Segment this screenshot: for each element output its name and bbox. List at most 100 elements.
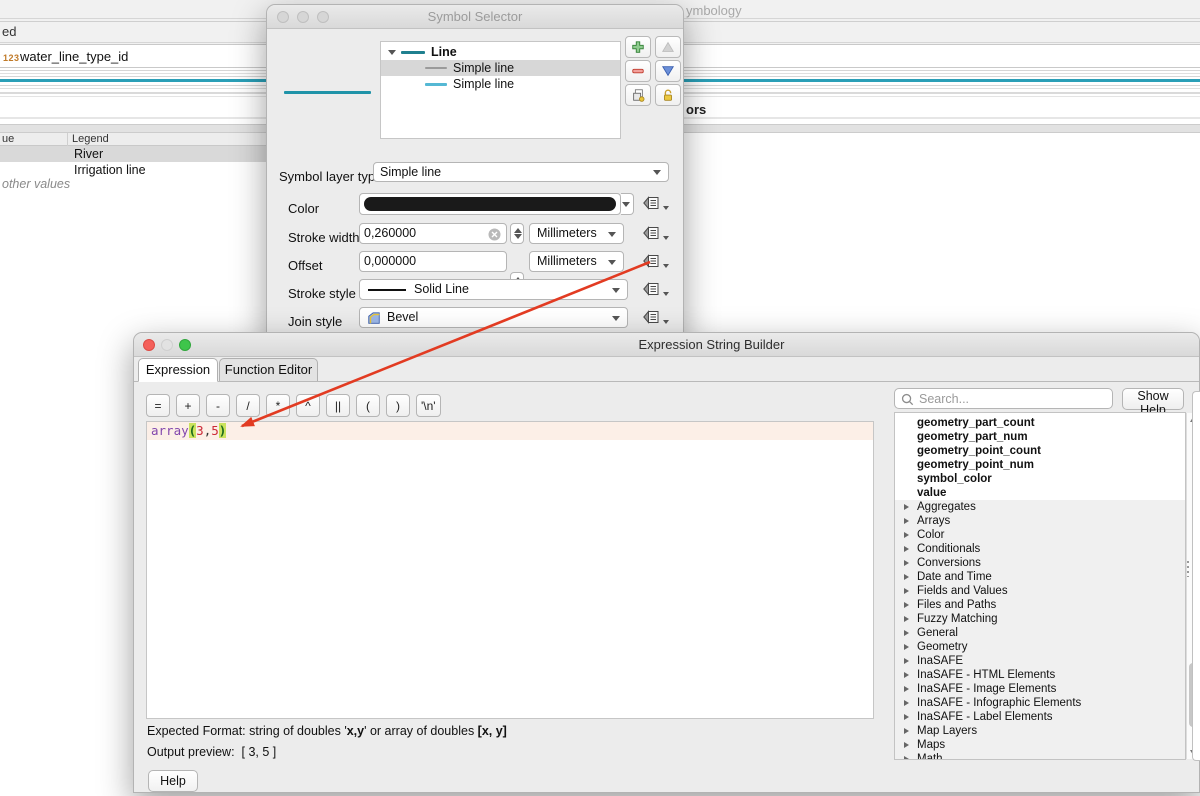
symbol-selector-titlebar[interactable]: Symbol Selector [267, 5, 683, 29]
move-up-button[interactable] [655, 36, 681, 58]
table-row[interactable]: Irrigation line [0, 162, 270, 178]
chevron-right-icon[interactable] [904, 588, 909, 594]
operator-button[interactable]: + [176, 394, 200, 417]
function-group-item[interactable]: Fields and Values [895, 584, 1185, 598]
tab-function-editor[interactable]: Function Editor [219, 358, 318, 382]
tree-item-line[interactable]: Line [381, 44, 620, 60]
tree-item-simple-line-1[interactable]: Simple line [381, 60, 620, 76]
step-down-icon[interactable] [514, 234, 522, 239]
chevron-right-icon[interactable] [904, 672, 909, 678]
chevron-right-icon[interactable] [904, 728, 909, 734]
expression-editor[interactable]: array(3,5) [146, 421, 874, 719]
operator-button[interactable]: - [206, 394, 230, 417]
function-group-label: Fuzzy Matching [917, 613, 998, 625]
data-defined-override-icon [643, 226, 660, 240]
chevron-right-icon[interactable] [904, 616, 909, 622]
table-row[interactable]: River [0, 146, 270, 162]
duplicate-symbol-layer-button[interactable] [625, 84, 651, 106]
function-search[interactable] [894, 388, 1113, 409]
stroke-style-data-defined-override-button[interactable] [641, 282, 661, 298]
chevron-right-icon[interactable] [904, 546, 909, 552]
clear-icon[interactable] [488, 228, 501, 241]
operator-button[interactable]: = [146, 394, 170, 417]
operator-button[interactable]: ^ [296, 394, 320, 417]
help-button[interactable]: Help [148, 770, 198, 792]
function-group-item[interactable]: Conditionals [895, 542, 1185, 556]
chevron-right-icon[interactable] [904, 700, 909, 706]
stroke-width-input[interactable]: 0,260000 [359, 223, 507, 244]
chevron-right-icon[interactable] [904, 742, 909, 748]
offset-unit-select[interactable]: Millimeters [529, 251, 624, 272]
offset-data-defined-override-button[interactable] [641, 254, 661, 270]
function-group-item[interactable]: Files and Paths [895, 598, 1185, 612]
function-group-item[interactable]: General [895, 626, 1185, 640]
numeric-field-icon: 123 [3, 53, 20, 63]
stroke-width-data-defined-override-button[interactable] [641, 226, 661, 242]
search-input[interactable] [919, 390, 1107, 407]
remove-symbol-layer-button[interactable] [625, 60, 651, 82]
color-dropdown-button[interactable] [621, 193, 634, 215]
function-group-item[interactable]: InaSAFE - Infographic Elements [895, 696, 1185, 710]
function-group-item[interactable]: Conversions [895, 556, 1185, 570]
splitter-handle[interactable] [1187, 561, 1189, 577]
color-button[interactable] [359, 193, 621, 215]
function-group-item[interactable]: InaSAFE - Label Elements [895, 710, 1185, 724]
operator-button[interactable]: ( [356, 394, 380, 417]
chevron-right-icon[interactable] [904, 644, 909, 650]
chevron-right-icon[interactable] [904, 658, 909, 664]
function-group-item[interactable]: InaSAFE [895, 654, 1185, 668]
operator-button[interactable]: * [266, 394, 290, 417]
operator-button[interactable]: || [326, 394, 350, 417]
add-symbol-layer-button[interactable] [625, 36, 651, 58]
function-group-item[interactable]: Math [895, 752, 1185, 760]
function-group-item[interactable]: Maps [895, 738, 1185, 752]
function-item[interactable]: geometry_point_num [895, 458, 1185, 472]
stroke-width-unit-select[interactable]: Millimeters [529, 223, 624, 244]
operator-button[interactable]: / [236, 394, 260, 417]
chevron-right-icon[interactable] [904, 630, 909, 636]
join-style-data-defined-override-button[interactable] [641, 310, 661, 326]
expression-builder-titlebar[interactable]: Expression String Builder [134, 333, 1199, 357]
function-item[interactable]: geometry_point_count [895, 444, 1185, 458]
function-group-item[interactable]: Date and Time [895, 570, 1185, 584]
tree-item-simple-line-2[interactable]: Simple line [381, 76, 620, 92]
function-group-item[interactable]: Geometry [895, 640, 1185, 654]
function-group-item[interactable]: InaSAFE - HTML Elements [895, 668, 1185, 682]
chevron-right-icon[interactable] [904, 714, 909, 720]
function-group-item[interactable]: Map Layers [895, 724, 1185, 738]
stroke-width-stepper[interactable] [510, 223, 524, 244]
step-up-icon[interactable] [514, 228, 522, 233]
chevron-right-icon[interactable] [904, 560, 909, 566]
function-group-item[interactable]: Color [895, 528, 1185, 542]
function-group-item[interactable]: InaSAFE - Image Elements [895, 682, 1185, 696]
function-group-item[interactable]: Aggregates [895, 500, 1185, 514]
stroke-style-select[interactable]: Solid Line [359, 279, 628, 300]
move-down-button[interactable] [655, 60, 681, 82]
function-item[interactable]: symbol_color [895, 472, 1185, 486]
expression-token: 5 [211, 423, 219, 438]
lock-color-button[interactable] [655, 84, 681, 106]
function-group-item[interactable]: Fuzzy Matching [895, 612, 1185, 626]
operator-button[interactable]: ) [386, 394, 410, 417]
chevron-right-icon[interactable] [904, 504, 909, 510]
stroke-width-label: Stroke width [288, 230, 360, 245]
symbol-layer-type-select[interactable]: Simple line [373, 162, 669, 182]
join-style-select[interactable]: Bevel [359, 307, 628, 328]
function-item[interactable]: value [895, 486, 1185, 500]
chevron-down-icon[interactable] [388, 50, 396, 55]
function-item[interactable]: geometry_part_num [895, 430, 1185, 444]
chevron-right-icon[interactable] [904, 518, 909, 524]
chevron-right-icon[interactable] [904, 602, 909, 608]
chevron-right-icon[interactable] [904, 686, 909, 692]
function-group-item[interactable]: Arrays [895, 514, 1185, 528]
color-data-defined-override-button[interactable] [641, 196, 661, 212]
operator-button[interactable]: '\n' [416, 394, 441, 417]
offset-input[interactable]: 0,000000 [359, 251, 507, 272]
chevron-right-icon[interactable] [904, 532, 909, 538]
tab-expression[interactable]: Expression [138, 358, 218, 382]
show-help-button[interactable]: Show Help [1122, 388, 1184, 410]
function-item[interactable]: geometry_part_count [895, 416, 1185, 430]
chevron-right-icon[interactable] [904, 574, 909, 580]
chevron-right-icon[interactable] [904, 756, 909, 761]
expression-code-line[interactable]: array(3,5) [147, 422, 873, 440]
